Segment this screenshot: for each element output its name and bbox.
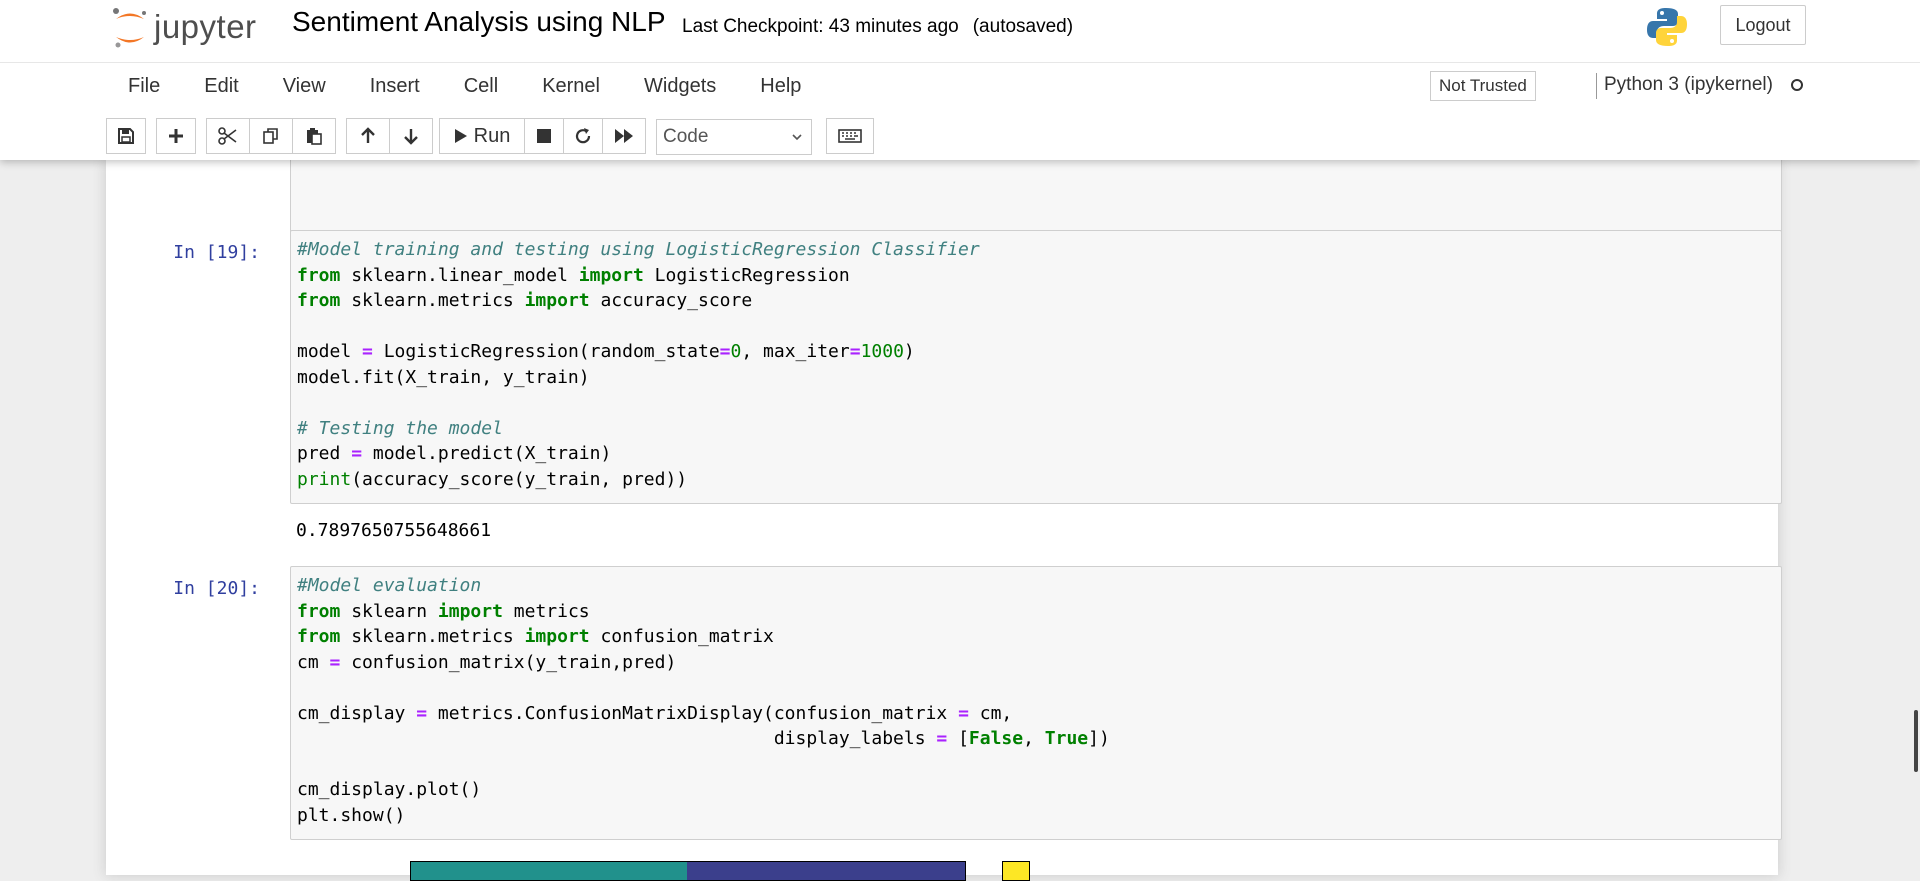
keyboard-icon (838, 129, 862, 143)
copy-icon (263, 128, 278, 144)
menu-widgets[interactable]: Widgets (622, 64, 738, 108)
code-line: #Model evaluation (297, 575, 482, 596)
notebook-toolbar: Run Code (106, 118, 1814, 155)
kernel-separator (1596, 73, 1597, 99)
menu-insert[interactable]: Insert (348, 64, 442, 108)
kernel-name[interactable]: Python 3 (ipykernel) (1604, 74, 1773, 96)
run-button[interactable]: Run (439, 118, 525, 154)
notebook-container: stratify=data['label'], random_state = 4… (106, 100, 1782, 881)
arrow-up-icon (361, 127, 375, 143)
jupyter-logo-icon (113, 8, 146, 48)
jupyter-logo[interactable]: jupyter (110, 4, 257, 50)
cell-prompt: In [19]: (173, 242, 260, 263)
cell-type-value: Code (663, 126, 709, 147)
menu-cell[interactable]: Cell (442, 64, 520, 108)
paste-button[interactable] (292, 118, 336, 154)
plus-icon (169, 129, 183, 143)
code-line: # Testing the model (297, 417, 503, 439)
stop-icon (537, 129, 551, 143)
confusion-matrix-cell (410, 861, 688, 881)
move-cell-up-button[interactable] (346, 118, 390, 154)
logout-button[interactable]: Logout (1720, 5, 1806, 45)
page-scrollbar-thumb[interactable] (1914, 710, 1918, 772)
notebook-header: jupyter Sentiment Analysis using NLP Las… (0, 0, 1920, 160)
cell-prompt: In [20]: (173, 578, 260, 599)
menu-file[interactable]: File (106, 64, 182, 108)
paste-icon (307, 128, 322, 145)
menu-edit[interactable]: Edit (182, 64, 260, 108)
colorbar (1002, 861, 1030, 881)
play-icon (454, 129, 467, 143)
confusion-matrix-cell (687, 861, 966, 881)
run-label: Run (473, 124, 511, 147)
menu-view[interactable]: View (261, 64, 348, 108)
header-top-bar: jupyter Sentiment Analysis using NLP Las… (0, 0, 1920, 63)
restart-run-all-button[interactable] (602, 118, 646, 154)
cell-input-area[interactable]: #Model training and testing using Logist… (290, 230, 1782, 504)
kernel-idle-indicator-icon (1791, 79, 1803, 91)
cell-code[interactable]: #Model training and testing using Logist… (291, 231, 1781, 492)
menubar: File Edit View Insert Cell Kernel Widget… (106, 64, 1814, 108)
trust-status-button[interactable]: Not Trusted (1430, 71, 1536, 101)
command-palette-button[interactable] (826, 118, 874, 154)
copy-button[interactable] (249, 118, 293, 154)
chevron-down-icon (792, 134, 802, 141)
menu-kernel[interactable]: Kernel (520, 64, 622, 108)
restart-icon (575, 128, 591, 144)
code-line: #Model training and testing using Logist… (297, 239, 980, 260)
cell-input-area[interactable]: #Model evaluation from sklearn import me… (290, 566, 1782, 840)
autosave-status: (autosaved) (972, 16, 1074, 37)
checkpoint-text: Last Checkpoint: 43 minutes ago (682, 16, 959, 37)
interrupt-kernel-button[interactable] (524, 118, 564, 154)
cell-type-select[interactable]: Code (656, 119, 812, 155)
checkpoint-status: Last Checkpoint: 43 minutes ago (autosave… (682, 16, 1073, 38)
menu-help[interactable]: Help (738, 64, 823, 108)
cell-code[interactable]: #Model evaluation from sklearn import me… (291, 567, 1781, 828)
move-cell-down-button[interactable] (389, 118, 433, 154)
fast-forward-icon (615, 129, 633, 143)
cut-icon (218, 127, 237, 145)
save-icon (118, 128, 134, 144)
insert-cell-button[interactable] (156, 118, 196, 154)
save-button[interactable] (106, 118, 146, 154)
restart-kernel-button[interactable] (563, 118, 603, 154)
cut-button[interactable] (206, 118, 250, 154)
notebook-title[interactable]: Sentiment Analysis using NLP (292, 6, 666, 38)
cell-output: 0.7897650755648661 (296, 520, 492, 541)
jupyter-logo-text: jupyter (154, 8, 257, 45)
arrow-down-icon (404, 129, 418, 145)
python-logo-icon (1647, 8, 1687, 46)
